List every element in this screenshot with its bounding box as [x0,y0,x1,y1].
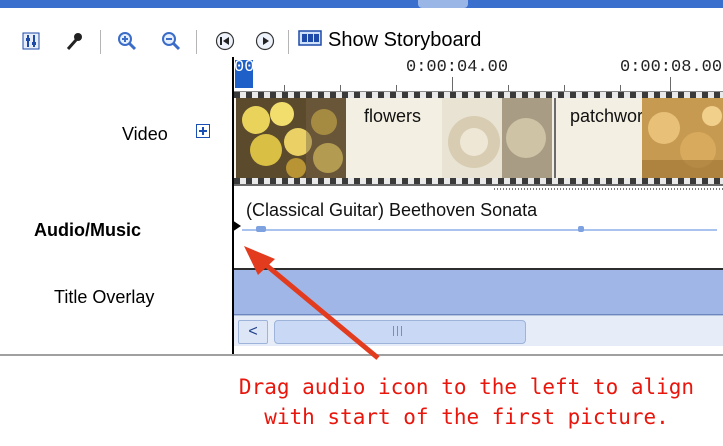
zoom-in-icon[interactable] [116,30,138,52]
instruction-annotation: Drag audio icon to the left to align wit… [210,372,723,432]
track-labels: Video Audio/Music Title Overlay [0,56,233,356]
flowers-thumbnail [236,98,346,178]
toolbar-separator [288,30,289,54]
ruler-tick [564,85,565,91]
toolbar-separator [100,30,101,54]
ruler-tick [670,77,671,91]
audio-volume-handle[interactable] [256,226,266,232]
rewind-timeline-icon[interactable] [214,30,236,52]
audio-volume-handle[interactable] [578,226,584,232]
ruler-tick [284,85,285,91]
film-perforation-bottom [234,178,723,184]
scroll-left-button[interactable]: < [238,320,268,344]
flowers-transition-thumbnail [442,98,552,178]
title-overlay-track[interactable] [234,270,723,315]
thumb-grip-icon [393,326,405,336]
audio-track-label: Audio/Music [34,220,141,240]
narrate-timeline-icon[interactable] [64,30,86,52]
video-clip-patchwork[interactable]: patchwork... [556,98,723,178]
audio-clip-title: (Classical Guitar) Beethoven Sonata [246,200,538,220]
show-storyboard-button[interactable]: Show Storyboard [298,29,481,52]
ruler-time-4s: 0:00:04.00 [406,58,509,77]
resize-grip[interactable] [418,0,468,8]
timeline-scrollbar[interactable]: < [234,315,723,346]
window-top-bar [0,0,723,8]
storyboard-icon [298,29,322,52]
annotation-line-2: with start of the first picture. [264,405,669,429]
timeline-toolbar: Show Storyboard [0,8,723,56]
audio-track[interactable]: (Classical Guitar) Beethoven Sonata [232,186,723,270]
video-clip-flowers[interactable]: flowers [236,98,556,178]
ruler-tick [508,85,509,91]
panel-bottom-border [0,354,723,356]
scroll-thumb[interactable] [274,320,526,344]
patchwork-thumbnail [642,98,723,178]
play-timeline-icon[interactable] [254,30,276,52]
video-clip-title: flowers [364,106,422,126]
time-ruler[interactable]: 00.00 0:00:04.00 0:00:08.00 [234,57,723,92]
ruler-time-8s: 0:00:08.00 [620,58,723,77]
set-audio-levels-icon[interactable] [20,30,42,52]
ruler-tick [396,85,397,91]
expand-video-icon[interactable] [196,124,210,138]
ruler-tick [340,85,341,91]
ruler-tick [452,77,453,91]
timeline-panel: 00.00 0:00:04.00 0:00:08.00 flowers patc… [232,57,723,355]
ruler-tick [620,85,621,91]
video-track[interactable]: flowers patchwork... [234,92,723,186]
audio-volume-line [242,229,717,231]
title-overlay-track-label: Title Overlay [54,287,155,307]
toolbar-separator [196,30,197,54]
audio-dotted-guide [494,188,723,190]
ruler-time-start: 00.00 [234,58,286,77]
zoom-out-icon[interactable] [160,30,182,52]
audio-start-icon[interactable] [232,220,241,232]
annotation-line-1: Drag audio icon to the left to align [238,375,695,399]
video-track-label: Video [122,124,168,144]
show-storyboard-label: Show Storyboard [328,29,482,51]
